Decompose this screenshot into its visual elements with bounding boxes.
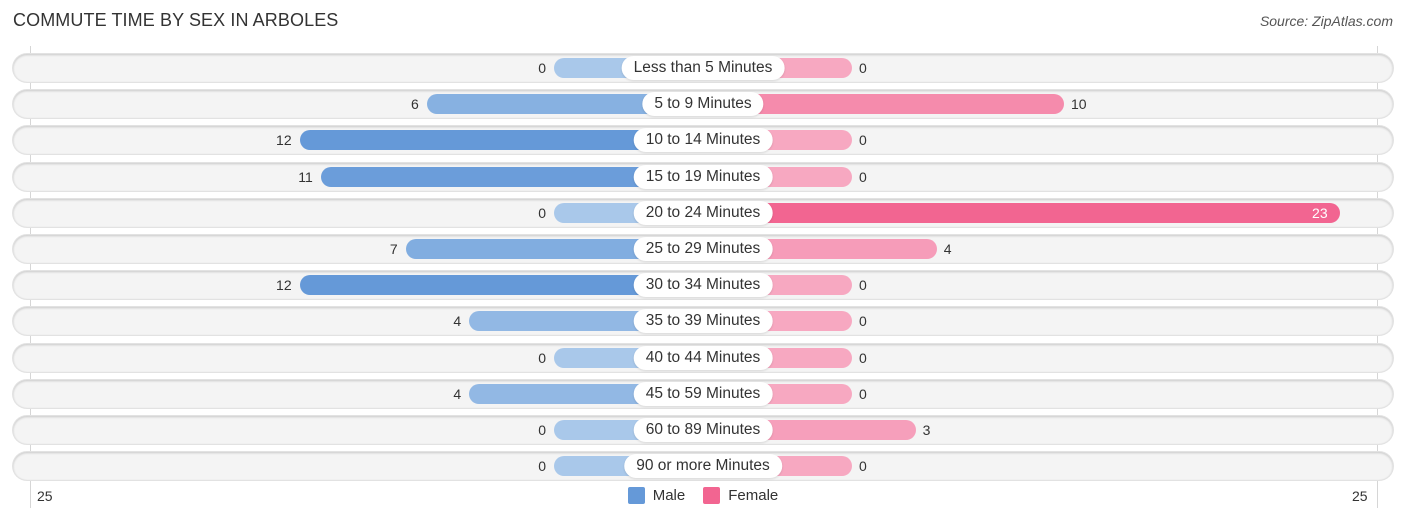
category-label: 25 to 29 Minutes — [633, 237, 773, 261]
value-label-female: 23 — [1312, 204, 1328, 221]
value-label-male: 0 — [538, 349, 546, 366]
legend-item-female[interactable]: Female — [703, 487, 778, 504]
value-label-male: 4 — [453, 385, 462, 402]
value-label-male: 6 — [411, 96, 419, 113]
category-label: 10 to 14 Minutes — [633, 128, 773, 153]
value-label-male: 0 — [538, 458, 546, 475]
category-label: 45 to 59 Minutes — [633, 381, 773, 406]
legend-swatch-female — [703, 487, 721, 504]
legend: Male Female — [0, 487, 1406, 504]
value-label-male: 0 — [538, 60, 546, 76]
category-label: 35 to 39 Minutes — [633, 309, 773, 334]
value-label-male: 0 — [538, 204, 546, 221]
value-label-female: 0 — [859, 168, 867, 185]
value-label-female: 0 — [859, 313, 867, 330]
source-credit: Source: ZipAtlas.com — [1259, 13, 1393, 29]
value-label-female: 3 — [922, 422, 931, 438]
value-label-male: 0 — [538, 422, 546, 438]
category-label: 30 to 34 Minutes — [633, 273, 773, 298]
value-label-male: 12 — [276, 277, 292, 294]
legend-swatch-male — [627, 487, 645, 504]
value-label-female: 0 — [859, 385, 867, 402]
category-label: 20 to 24 Minutes — [633, 200, 773, 225]
value-label-female: 0 — [859, 60, 867, 76]
value-label-male: 12 — [276, 132, 292, 149]
value-label-female: 0 — [859, 277, 867, 294]
value-label-female: 0 — [859, 132, 867, 149]
category-label: 40 to 44 Minutes — [633, 345, 773, 370]
legend-label-male: Male — [652, 487, 686, 504]
value-label-female: 0 — [859, 458, 867, 475]
value-label-female: 0 — [859, 349, 867, 366]
value-label-male: 4 — [453, 313, 462, 330]
legend-item-male[interactable]: Male — [627, 487, 686, 504]
category-label: Less than 5 Minutes — [621, 56, 785, 80]
category-label: 60 to 89 Minutes — [633, 418, 773, 442]
value-label-male: 7 — [389, 241, 398, 257]
category-label: 15 to 19 Minutes — [633, 164, 773, 189]
value-label-female: 10 — [1071, 96, 1087, 113]
legend-label-female: Female — [728, 487, 779, 504]
chart-title: COMMUTE TIME BY SEX IN ARBOLES — [13, 10, 339, 30]
category-label: 90 or more Minutes — [624, 454, 782, 479]
bar-female[interactable] — [703, 202, 1340, 223]
category-label: 5 to 9 Minutes — [642, 92, 764, 117]
value-label-male: 11 — [298, 168, 313, 185]
value-label-female: 4 — [943, 241, 952, 257]
